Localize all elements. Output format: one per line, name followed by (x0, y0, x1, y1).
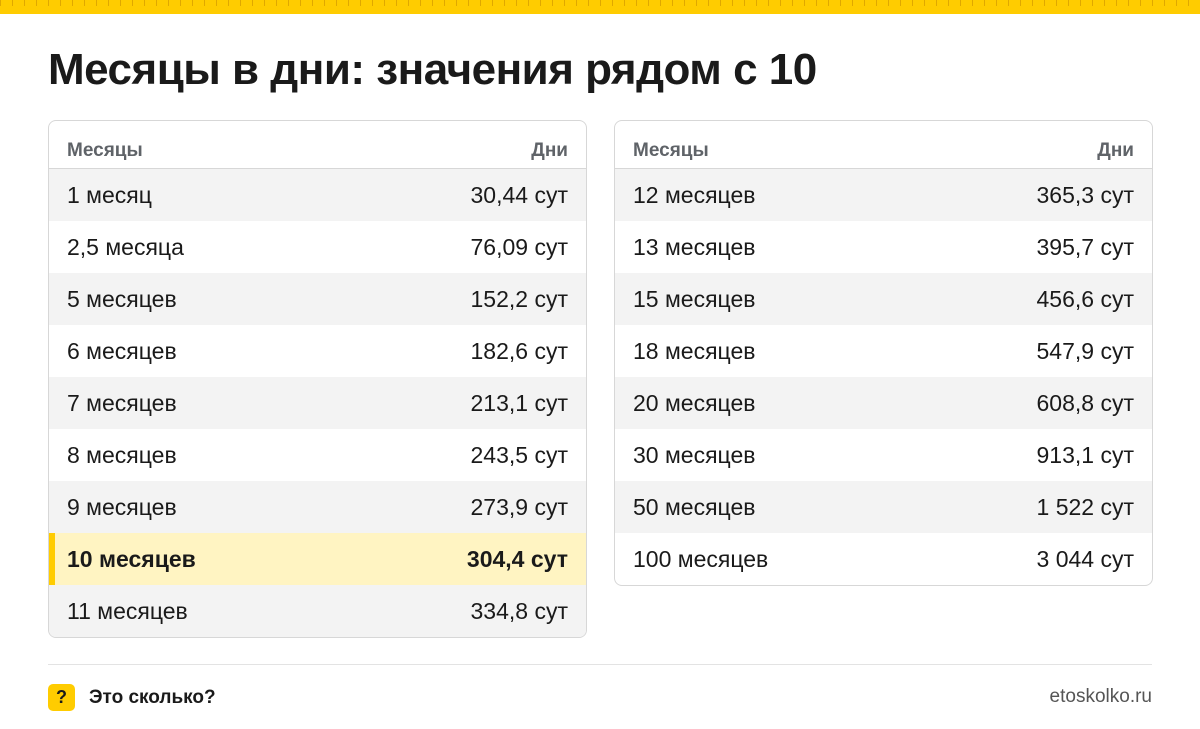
months-cell: 6 месяцев (67, 337, 177, 364)
months-cell: 10 месяцев (67, 545, 196, 572)
days-cell: 182,6 сут (470, 337, 568, 364)
months-cell: 8 месяцев (67, 441, 177, 468)
months-cell: 50 месяцев (633, 493, 756, 520)
table-row: 100 месяцев 3 044 сут (615, 533, 1152, 585)
days-cell: 30,44 сут (470, 181, 568, 208)
months-cell: 20 месяцев (633, 389, 756, 416)
days-cell: 365,3 сут (1036, 181, 1134, 208)
table-row: 8 месяцев 243,5 сут (49, 429, 586, 481)
brand-name: Это сколько? (89, 686, 216, 708)
days-cell: 913,1 сут (1036, 441, 1134, 468)
column-header-days: Дни (1097, 140, 1134, 161)
table-row: 15 месяцев 456,6 сут (615, 273, 1152, 325)
months-cell: 100 месяцев (633, 545, 769, 572)
question-mark-icon: ? (48, 684, 75, 711)
table-row: 20 месяцев 608,8 сут (615, 377, 1152, 429)
page-title: Месяцы в дни: значения рядом с 10 (48, 45, 817, 94)
table-row: 13 месяцев 395,7 сут (615, 221, 1152, 273)
conversion-table-right: Месяцы Дни 12 месяцев 365,3 сут 13 месяцев… (614, 120, 1153, 586)
months-cell: 1 месяц (67, 181, 152, 208)
months-cell: 2,5 месяца (67, 233, 184, 260)
table-row: 5 месяцев 152,2 сут (49, 273, 586, 325)
column-header-months: Месяцы (633, 140, 709, 161)
footer-brand: ? Это сколько? (48, 684, 216, 711)
months-cell: 12 месяцев (633, 181, 756, 208)
months-cell: 5 месяцев (67, 285, 177, 312)
days-cell: 3 044 сут (1036, 545, 1134, 572)
days-cell: 456,6 сут (1036, 285, 1134, 312)
table-row: 7 месяцев 213,1 сут (49, 377, 586, 429)
conversion-table-left: Месяцы Дни 1 месяц 30,44 сут 2,5 месяца 76,… (48, 120, 587, 638)
months-cell: 15 месяцев (633, 285, 756, 312)
table-row: 11 месяцев 334,8 сут (49, 585, 586, 637)
days-cell: 76,09 сут (470, 233, 568, 260)
table-row-highlighted: 10 месяцев 304,4 сут (49, 533, 586, 585)
days-cell: 547,9 сут (1036, 337, 1134, 364)
column-header-months: Месяцы (67, 140, 143, 161)
table-row: 30 месяцев 913,1 сут (615, 429, 1152, 481)
months-cell: 13 месяцев (633, 233, 756, 260)
site-link[interactable]: etoskolko.ru (1050, 686, 1152, 708)
months-cell: 30 месяцев (633, 441, 756, 468)
days-cell: 304,4 сут (466, 545, 568, 572)
table-row: 2,5 месяца 76,09 сут (49, 221, 586, 273)
table-row: 6 месяцев 182,6 сут (49, 325, 586, 377)
days-cell: 608,8 сут (1036, 389, 1134, 416)
days-cell: 213,1 сут (470, 389, 568, 416)
months-cell: 18 месяцев (633, 337, 756, 364)
table-row: 12 месяцев 365,3 сут (615, 169, 1152, 221)
table-header: Месяцы Дни (615, 121, 1152, 169)
days-cell: 273,9 сут (470, 493, 568, 520)
column-header-days: Дни (531, 140, 568, 161)
days-cell: 152,2 сут (470, 285, 568, 312)
days-cell: 395,7 сут (1036, 233, 1134, 260)
footer-divider (48, 664, 1152, 665)
days-cell: 243,5 сут (470, 441, 568, 468)
table-row: 18 месяцев 547,9 сут (615, 325, 1152, 377)
table-row: 9 месяцев 273,9 сут (49, 481, 586, 533)
months-cell: 7 месяцев (67, 389, 177, 416)
table-row: 50 месяцев 1 522 сут (615, 481, 1152, 533)
table-row: 1 месяц 30,44 сут (49, 169, 586, 221)
days-cell: 1 522 сут (1036, 493, 1134, 520)
ruler-decoration (0, 0, 1200, 14)
months-cell: 11 месяцев (67, 597, 188, 624)
table-header: Месяцы Дни (49, 121, 586, 169)
days-cell: 334,8 сут (470, 597, 568, 624)
months-cell: 9 месяцев (67, 493, 177, 520)
